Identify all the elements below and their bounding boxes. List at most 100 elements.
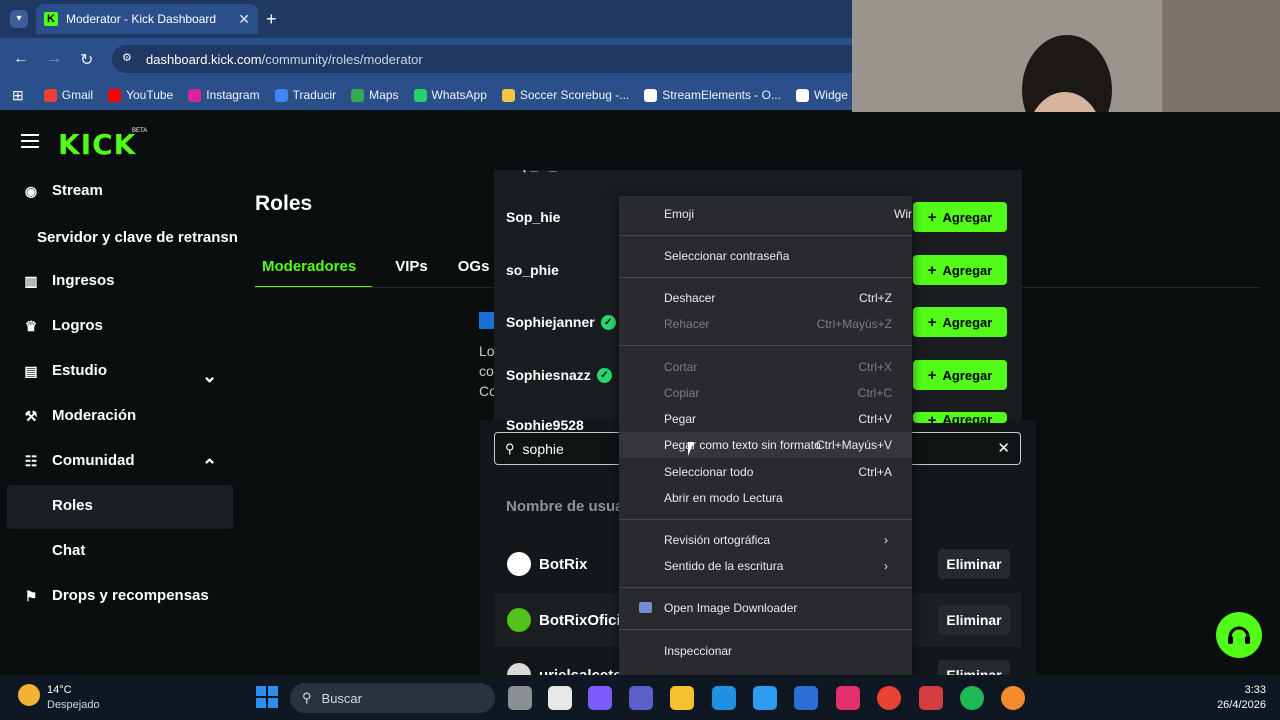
remove-moderator-button[interactable]: Eliminar [938, 549, 1010, 579]
add-moderator-button[interactable]: + Agregar [913, 307, 1007, 337]
taskbar-search[interactable]: ⚲ Buscar [290, 683, 495, 713]
weather-desc: Despejado [47, 699, 100, 711]
context-menu-item[interactable]: Inspeccionar [664, 644, 732, 658]
broadcast-icon: ◉ [24, 182, 38, 199]
clock[interactable]: 3:33 26/4/2026 [1180, 683, 1266, 713]
context-menu-separator [619, 587, 912, 588]
context-menu-item[interactable]: Open Image Downloader [664, 601, 797, 615]
task-view-icon[interactable] [508, 686, 532, 710]
bookmark-6[interactable]: Soccer Scorebug -... [501, 88, 629, 102]
chrome-icon[interactable] [877, 686, 901, 710]
sidebar-item-chat[interactable]: Chat [52, 542, 85, 559]
sidebar-item-logros[interactable]: ♛ Logros [22, 317, 103, 334]
add-moderator-button[interactable]: + Agregar [913, 202, 1007, 232]
apps-grid-icon[interactable]: ⊞ [12, 87, 24, 104]
edge-icon[interactable] [712, 686, 736, 710]
clear-search-icon[interactable]: ✕ [997, 439, 1010, 457]
capcut-icon[interactable] [548, 686, 572, 710]
spotify-icon[interactable] [960, 686, 984, 710]
tab-search-button[interactable]: ▾ [10, 10, 28, 28]
sidebar-item-label: Chat [52, 542, 86, 559]
support-chat-button[interactable] [1216, 612, 1262, 658]
bookmark-5[interactable]: WhatsApp [413, 88, 487, 102]
context-menu-item[interactable]: Sentido de la escritura [664, 559, 783, 573]
back-icon[interactable]: ← [13, 50, 29, 68]
tab-vips[interactable]: VIPs [388, 256, 435, 288]
obs-icon[interactable] [919, 686, 943, 710]
bookmark-4[interactable]: Maps [351, 88, 399, 102]
tab-ogs[interactable]: OGs [451, 256, 497, 288]
bookmark-favicon-icon [108, 88, 122, 102]
sidebar-item-stream[interactable]: ◉ Stream [22, 182, 103, 199]
bookmark-3[interactable]: Traducir [274, 88, 336, 102]
bookmark-8[interactable]: Widge [795, 88, 848, 102]
reload-icon[interactable]: ↻ [80, 50, 93, 70]
site-info-icon[interactable]: ⚙ [122, 51, 132, 64]
chrome-profile-icon[interactable] [1001, 686, 1025, 710]
chevron-down-icon[interactable]: ⌄ [202, 366, 217, 387]
windows-start-icon[interactable] [256, 686, 278, 708]
close-icon[interactable]: ✕ [238, 11, 250, 28]
sidebar-item-comunidad[interactable]: ☷ Comunidad [22, 452, 135, 469]
chevron-up-icon[interactable]: ⌃ [202, 456, 217, 477]
search-result-row[interactable]: so_phie [506, 262, 559, 278]
bookmark-7[interactable]: StreamElements - O... [644, 88, 781, 102]
context-menu-item[interactable]: Pegar [664, 412, 696, 426]
sidebar-item-servidor-y-clave-de-retransn[interactable]: Servidor y clave de retransn [37, 229, 238, 246]
search-result-row[interactable]: Sophie9528 [506, 419, 584, 430]
tab-moderadores[interactable]: Moderadores [255, 256, 373, 288]
instagram-icon[interactable] [836, 686, 860, 710]
context-menu-item: Cortar [664, 360, 698, 374]
sidebar-item-estudio[interactable]: ▤ Estudio [22, 362, 107, 379]
add-label: Agregar [942, 262, 993, 278]
bookmark-2[interactable]: Instagram [188, 88, 260, 102]
sidebar-item-label: Comunidad [52, 452, 135, 469]
browser-tab[interactable]: K Moderator - Kick Dashboard ✕ [36, 4, 258, 34]
search-result-row[interactable]: Sophiesnazz ✓ [506, 367, 612, 383]
add-label: Agregar [942, 412, 993, 423]
bookmark-label: Maps [369, 88, 399, 102]
sidebar-item-roles[interactable]: Roles [52, 497, 93, 514]
sidebar-item-ingresos[interactable]: ▥ Ingresos [22, 272, 114, 289]
verified-badge-icon: ✓ [600, 314, 616, 330]
context-menu-item[interactable]: Abrir en modo Lectura [664, 491, 783, 505]
bookmark-1[interactable]: YouTube [108, 88, 173, 102]
bookmark-0[interactable]: Gmail [43, 88, 93, 102]
copilot-icon[interactable] [588, 686, 612, 710]
bookmark-label: YouTube [126, 88, 174, 102]
taskbar-search-placeholder: Buscar [321, 690, 362, 706]
sidebar-item-drops-y-recompensas[interactable]: ⚑ Drops y recompensas [22, 587, 209, 604]
vscode-icon[interactable] [794, 686, 818, 710]
weather-icon[interactable] [18, 684, 40, 706]
new-tab-button[interactable]: + [266, 9, 277, 30]
url-input[interactable]: ⚙ dashboard.kick.com/community/roles/mod… [112, 45, 852, 73]
search-result-row[interactable]: Sop_hie [506, 209, 560, 225]
add-moderator-button[interactable]: + Agregar [913, 360, 1007, 390]
context-menu-item[interactable]: Seleccionar todo [664, 465, 753, 479]
sidebar-item-label: Estudio [52, 362, 107, 379]
column-header-username: Nombre de usua [506, 498, 624, 515]
search-result-name: so_phie [506, 262, 559, 278]
bookmark-favicon-icon [188, 88, 202, 102]
forward-icon[interactable]: → [46, 50, 62, 68]
context-menu-item[interactable]: Deshacer [664, 291, 715, 305]
teams-icon[interactable] [629, 686, 653, 710]
context-menu-shortcut: Ctrl+A [858, 465, 892, 479]
context-menu-item[interactable]: Emoji [664, 207, 694, 221]
chart-icon: ▥ [24, 272, 38, 289]
chevron-right-icon: › [884, 533, 888, 547]
context-menu-item[interactable]: Seleccionar contraseña [664, 249, 789, 263]
bookmark-favicon-icon [351, 88, 365, 102]
context-menu-item[interactable]: Revisión ortográfica [664, 533, 770, 547]
sidebar-item-moderaci-n[interactable]: ⚒ Moderación [22, 407, 136, 424]
context-menu: Emoji Wir Seleccionar contraseña Deshacer Ct… [619, 196, 912, 675]
store-icon[interactable] [753, 686, 777, 710]
remove-moderator-button[interactable]: Eliminar [938, 605, 1010, 635]
add-moderator-button[interactable]: + Agregar [913, 255, 1007, 285]
add-moderator-button[interactable]: + Agregar [913, 412, 1007, 423]
plus-icon: + [927, 313, 937, 331]
context-menu-shortcut: Ctrl+Mayús+Z [816, 317, 892, 331]
clock-time: 3:33 [1244, 684, 1266, 696]
file-explorer-icon[interactable] [670, 686, 694, 710]
search-result-row[interactable]: Sophiejanner ✓ [506, 314, 616, 330]
